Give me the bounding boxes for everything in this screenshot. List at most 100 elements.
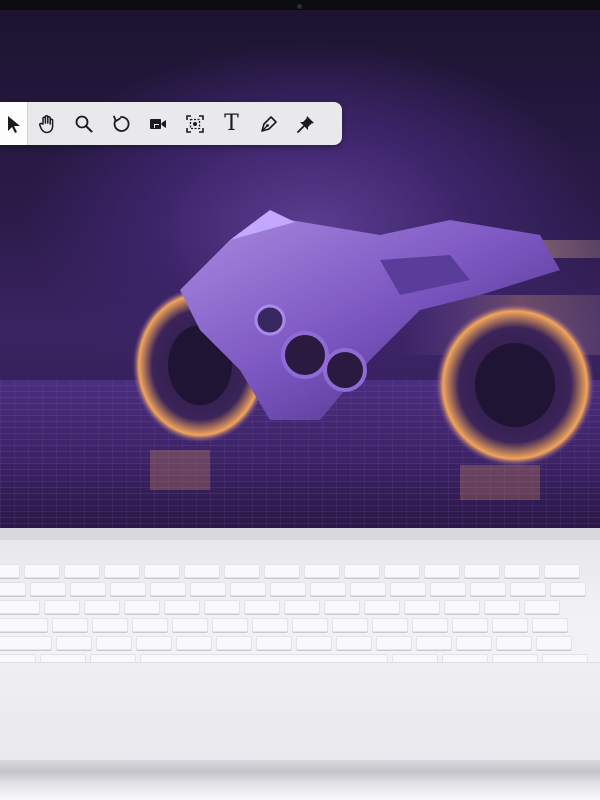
key[interactable]: [524, 600, 560, 614]
key[interactable]: [110, 582, 146, 596]
key[interactable]: [470, 582, 506, 596]
key[interactable]: [550, 582, 586, 596]
key[interactable]: [104, 564, 140, 578]
keyboard-row-top: [0, 600, 600, 614]
key[interactable]: [412, 618, 448, 632]
zoom-tool-button[interactable]: [65, 102, 102, 145]
key[interactable]: [464, 564, 500, 578]
key[interactable]: [216, 636, 252, 650]
palm-rest-touchpad[interactable]: [0, 662, 600, 763]
key[interactable]: [70, 582, 106, 596]
key[interactable]: [270, 582, 306, 596]
key[interactable]: [144, 564, 180, 578]
key[interactable]: [172, 618, 208, 632]
key[interactable]: [532, 618, 568, 632]
select-tool-button[interactable]: [0, 102, 28, 145]
pan-tool-button[interactable]: [28, 102, 65, 145]
key[interactable]: [350, 582, 386, 596]
key[interactable]: [456, 636, 492, 650]
key[interactable]: [0, 618, 48, 632]
key[interactable]: [452, 618, 488, 632]
key[interactable]: [0, 564, 20, 578]
key[interactable]: [24, 564, 60, 578]
key[interactable]: [212, 618, 248, 632]
key[interactable]: [332, 618, 368, 632]
key[interactable]: [336, 636, 372, 650]
key[interactable]: [444, 600, 480, 614]
text-tool-button[interactable]: T: [213, 102, 250, 145]
webcam: [297, 4, 302, 9]
pointer-arrow-icon: [7, 115, 20, 133]
hand-icon: [38, 114, 53, 133]
key[interactable]: [96, 636, 132, 650]
key[interactable]: [376, 636, 412, 650]
laptop-front-edge: [0, 760, 600, 800]
key[interactable]: [344, 564, 380, 578]
bottom-bezel: [0, 528, 600, 540]
key[interactable]: [544, 564, 580, 578]
key[interactable]: [416, 636, 452, 650]
key[interactable]: [296, 636, 332, 650]
laptop-lid: T: [0, 0, 600, 540]
key[interactable]: [310, 582, 346, 596]
magnifier-icon: [75, 115, 92, 132]
key[interactable]: [0, 582, 26, 596]
key[interactable]: [224, 564, 260, 578]
key[interactable]: [256, 636, 292, 650]
key[interactable]: [496, 636, 532, 650]
key[interactable]: [176, 636, 212, 650]
key[interactable]: [284, 600, 320, 614]
key[interactable]: [390, 582, 426, 596]
key[interactable]: [0, 600, 40, 614]
key[interactable]: [56, 636, 92, 650]
key[interactable]: [92, 618, 128, 632]
pen-tool-button[interactable]: [250, 102, 287, 145]
keyboard-row-number: [0, 582, 600, 596]
key[interactable]: [64, 564, 100, 578]
key[interactable]: [304, 564, 340, 578]
key[interactable]: [190, 582, 226, 596]
key[interactable]: [372, 618, 408, 632]
key[interactable]: [132, 618, 168, 632]
key[interactable]: [404, 600, 440, 614]
key[interactable]: [84, 600, 120, 614]
key[interactable]: [164, 600, 200, 614]
annotation-toolbar: T: [0, 102, 342, 145]
key[interactable]: [324, 600, 360, 614]
keyboard-row-home: [0, 618, 600, 632]
key[interactable]: [504, 564, 540, 578]
pin-tool-button[interactable]: [287, 102, 324, 145]
screen: T: [0, 10, 600, 528]
keyboard-row-function: [0, 564, 600, 578]
key[interactable]: [510, 582, 546, 596]
key[interactable]: [536, 636, 572, 650]
key[interactable]: [252, 618, 288, 632]
key[interactable]: [204, 600, 240, 614]
key[interactable]: [44, 600, 80, 614]
text-icon: T: [224, 110, 239, 136]
video-camera-icon: [149, 118, 166, 129]
key[interactable]: [430, 582, 466, 596]
key[interactable]: [230, 582, 266, 596]
key[interactable]: [150, 582, 186, 596]
record-tool-button[interactable]: [139, 102, 176, 145]
key[interactable]: [0, 636, 52, 650]
key[interactable]: [424, 564, 460, 578]
key[interactable]: [292, 618, 328, 632]
key[interactable]: [364, 600, 400, 614]
key[interactable]: [384, 564, 420, 578]
keyboard: [0, 564, 600, 672]
capture-area-tool-button[interactable]: [176, 102, 213, 145]
key[interactable]: [244, 600, 280, 614]
key[interactable]: [264, 564, 300, 578]
key[interactable]: [124, 600, 160, 614]
key[interactable]: [136, 636, 172, 650]
key[interactable]: [52, 618, 88, 632]
key[interactable]: [492, 618, 528, 632]
rotate-icon: [112, 115, 129, 132]
key[interactable]: [30, 582, 66, 596]
key[interactable]: [484, 600, 520, 614]
rotate-tool-button[interactable]: [102, 102, 139, 145]
key[interactable]: [184, 564, 220, 578]
keyboard-row-bottom: [0, 636, 600, 650]
